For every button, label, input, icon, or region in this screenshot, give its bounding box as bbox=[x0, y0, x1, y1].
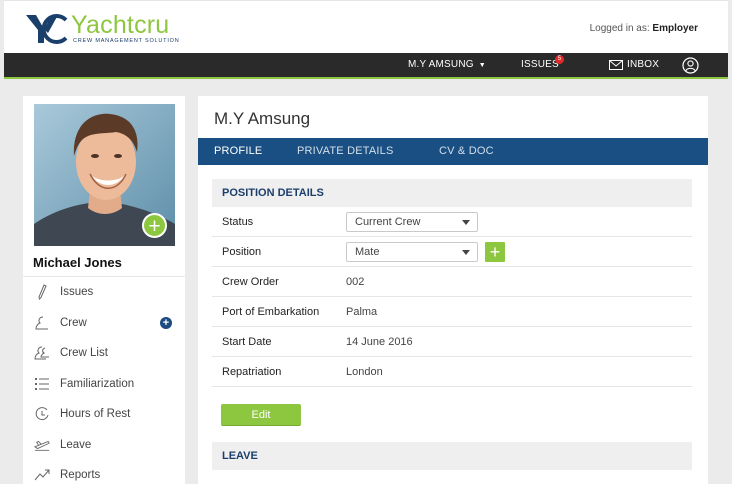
position-row: Position Mate + bbox=[212, 237, 692, 267]
sidebar-item-label: Leave bbox=[60, 438, 92, 451]
logged-in-user: Employer bbox=[652, 23, 698, 34]
crew-order-row: Crew Order 002 bbox=[212, 267, 692, 297]
logged-in-prefix: Logged in as: bbox=[589, 23, 650, 34]
start-date-row: Start Date 14 June 2016 bbox=[212, 327, 692, 357]
sidebar-item-label: Reports bbox=[60, 469, 101, 482]
add-photo-button[interactable]: + bbox=[142, 213, 167, 238]
top-header: Yachtcru CREW MANAGEMENT SOLUTION Logged… bbox=[4, 0, 728, 53]
crew-icon bbox=[34, 315, 50, 331]
sidebar-item-label: Hours of Rest bbox=[60, 408, 131, 421]
edit-button[interactable]: Edit bbox=[221, 404, 301, 426]
brand-tagline: CREW MANAGEMENT SOLUTION bbox=[73, 38, 180, 44]
sidebar-item-reports[interactable]: Reports bbox=[23, 460, 185, 484]
clock-icon bbox=[34, 406, 50, 422]
sidebar-item-familiarization[interactable]: Familiarization bbox=[23, 369, 185, 400]
sidebar-item-hours-of-rest[interactable]: Hours of Rest bbox=[23, 399, 185, 430]
position-details-heading: POSITION DETAILS bbox=[212, 179, 692, 207]
repatriation-row: Repatriation London bbox=[212, 357, 692, 387]
nav-inbox[interactable]: INBOX bbox=[609, 53, 659, 77]
plane-icon bbox=[34, 437, 50, 453]
tab-cv-doc[interactable]: CV & DOC bbox=[439, 138, 494, 165]
list-icon bbox=[34, 376, 50, 392]
vessel-dropdown[interactable]: M.Y AMSUNG ▼ bbox=[408, 53, 486, 77]
sidebar-item-label: Crew bbox=[60, 316, 87, 329]
nav-inbox-label: INBOX bbox=[627, 59, 660, 70]
add-crew-button[interactable]: + bbox=[160, 316, 172, 329]
main-navbar: M.Y AMSUNG ▼ ISSUES 5 INBOX bbox=[4, 53, 728, 79]
crew-list-icon bbox=[34, 345, 50, 361]
person-name: Michael Jones bbox=[33, 255, 122, 270]
leave-heading: LEAVE bbox=[212, 442, 692, 470]
sidebar-item-crew[interactable]: Crew + bbox=[23, 308, 185, 339]
nav-issues-label: ISSUES bbox=[521, 59, 559, 70]
port-of-embarkation-row: Port of Embarkation Palma bbox=[212, 297, 692, 327]
dropdown-arrow-icon bbox=[462, 219, 470, 225]
crew-order-label: Crew Order bbox=[222, 275, 279, 288]
yachtcru-logo[interactable]: Yachtcru CREW MANAGEMENT SOLUTION bbox=[24, 11, 180, 45]
pen-icon bbox=[34, 284, 50, 301]
add-position-button[interactable]: + bbox=[485, 241, 505, 262]
dropdown-arrow-icon bbox=[462, 249, 470, 255]
vessel-dropdown-label: M.Y AMSUNG bbox=[408, 59, 474, 70]
start-date-value: 14 June 2016 bbox=[346, 335, 413, 348]
position-select-value: Mate bbox=[355, 245, 380, 258]
logo-mark-icon bbox=[26, 14, 68, 44]
sidebar-item-label: Familiarization bbox=[60, 377, 135, 390]
sidebar-menu: Issues Crew + Crew List Familiarization bbox=[23, 276, 185, 484]
sidebar-item-label: Crew List bbox=[60, 347, 108, 360]
logged-in-status: Logged in as: Employer bbox=[590, 23, 698, 34]
status-label: Status bbox=[222, 215, 254, 228]
profile-tabs: PROFILE PRIVATE DETAILS CV & DOC bbox=[198, 138, 708, 165]
crew-order-value: 002 bbox=[346, 275, 365, 288]
sidebar-item-leave[interactable]: Leave bbox=[23, 430, 185, 461]
envelope-icon bbox=[609, 60, 623, 70]
profile-photo: + bbox=[34, 104, 175, 246]
position-label: Position bbox=[222, 245, 262, 258]
port-of-embarkation-label: Port of Embarkation bbox=[222, 305, 320, 318]
profile-sidebar: + Michael Jones Issues Crew + Crew List bbox=[23, 96, 185, 484]
status-select[interactable]: Current Crew bbox=[346, 211, 478, 232]
start-date-label: Start Date bbox=[222, 335, 272, 348]
repatriation-label: Repatriation bbox=[222, 365, 282, 378]
port-of-embarkation-value: Palma bbox=[346, 305, 378, 318]
tab-profile[interactable]: PROFILE bbox=[214, 138, 262, 165]
issues-count-badge: 5 bbox=[555, 55, 564, 64]
status-select-value: Current Crew bbox=[355, 215, 421, 228]
chart-line-icon bbox=[34, 467, 50, 483]
caret-down-icon: ▼ bbox=[478, 62, 486, 69]
repatriation-value: London bbox=[346, 365, 383, 378]
page-title: M.Y Amsung bbox=[214, 109, 311, 128]
status-row: Status Current Crew bbox=[212, 207, 692, 237]
user-menu[interactable] bbox=[682, 57, 699, 74]
sidebar-item-label: Issues bbox=[60, 286, 94, 299]
sidebar-item-crew-list[interactable]: Crew List bbox=[23, 338, 185, 369]
tab-private-details[interactable]: PRIVATE DETAILS bbox=[297, 138, 394, 165]
brand-name: Yachtcru bbox=[71, 11, 170, 39]
position-select[interactable]: Mate bbox=[346, 241, 478, 262]
user-circle-icon bbox=[682, 57, 699, 74]
nav-issues[interactable]: ISSUES 5 bbox=[521, 53, 564, 77]
main-panel: M.Y Amsung PROFILE PRIVATE DETAILS CV & … bbox=[198, 96, 708, 484]
sidebar-item-issues[interactable]: Issues bbox=[23, 277, 185, 308]
